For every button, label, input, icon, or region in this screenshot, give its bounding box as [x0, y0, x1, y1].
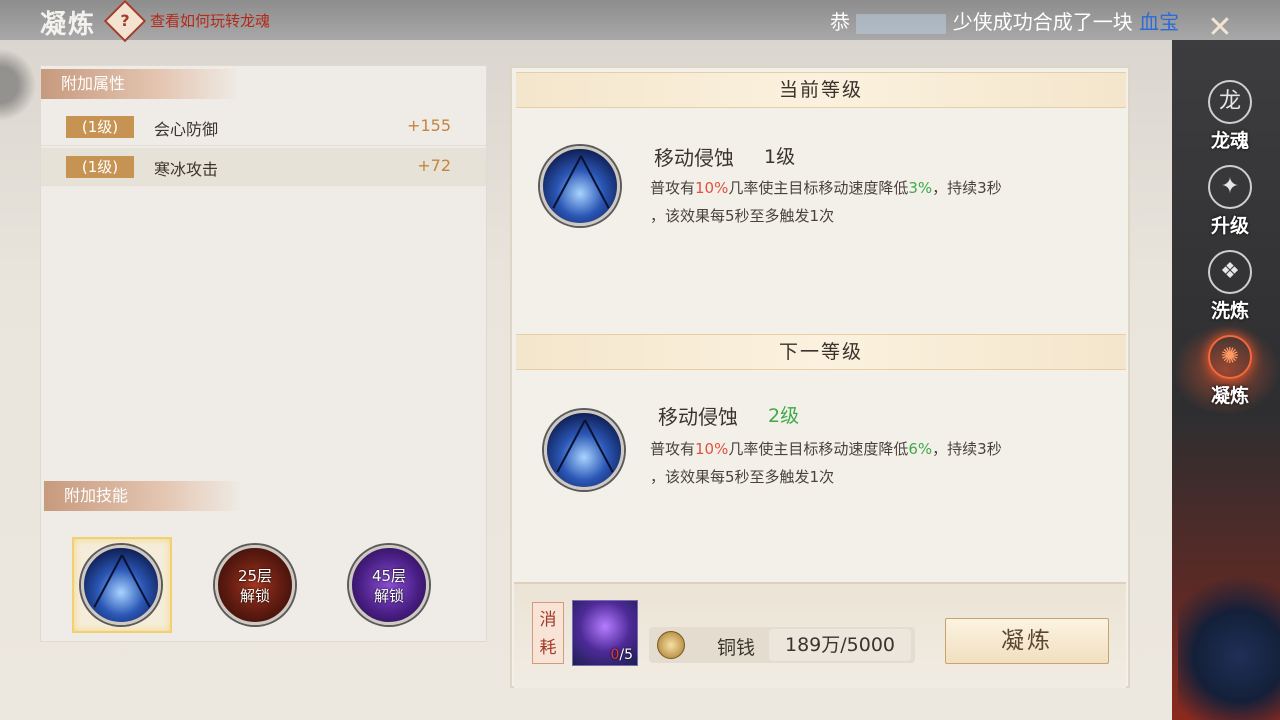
attr-name: 寒冰攻击: [154, 160, 219, 179]
coin-icon: [657, 631, 685, 659]
nav-item-dragon-soul[interactable]: 龙 龙魂: [1198, 80, 1262, 153]
ice-skill-icon: [544, 410, 624, 490]
reduce-value: 6%: [908, 440, 933, 458]
nav-item-upgrade[interactable]: ✦ 升级: [1198, 165, 1262, 238]
skill-section-title: 附加技能: [44, 481, 244, 511]
locked-skill-icon: 45层 解锁: [349, 545, 429, 625]
attr-row: (1级) 会心防御 +155: [41, 108, 486, 146]
chance-value: 10%: [695, 179, 729, 197]
attr-value: +72: [417, 156, 451, 175]
scroll-icon: ❖: [1208, 250, 1252, 294]
current-level-header: 当前等级: [516, 72, 1126, 108]
attr-value: +155: [407, 116, 451, 135]
coin-cost: 铜钱 189万/5000: [649, 627, 915, 663]
current-skill-icon-wrap: [540, 146, 620, 226]
dragon-decoration: [1178, 560, 1280, 720]
next-level-header: 下一等级: [516, 334, 1126, 370]
help-icon[interactable]: ?: [103, 0, 147, 43]
page-title: 凝炼: [40, 10, 97, 40]
nav-item-refine[interactable]: ✺ 凝炼: [1198, 335, 1262, 408]
consume-tag: 消耗: [532, 602, 564, 664]
marquee-text: 少侠成功合成了一块: [952, 10, 1133, 34]
ice-skill-icon: [540, 146, 620, 226]
dragon-icon: 龙: [1208, 80, 1252, 124]
attr-level-badge: (1级): [66, 116, 134, 138]
skill-slot-2-locked[interactable]: 25层 解锁: [215, 545, 295, 625]
unlock-floor: 25层: [237, 567, 273, 585]
marquee-prefix: 恭: [830, 10, 850, 34]
cloud-decoration: [0, 40, 40, 130]
current-skill-desc: 普攻有10%几率使主目标移动速度降低3%，持续3秒 ，该效果每5秒至多触发1次: [650, 179, 1002, 225]
next-skill-desc: 普攻有10%几率使主目标移动速度降低6%，持续3秒 ，该效果每5秒至多触发1次: [650, 440, 1002, 486]
flame-icon: ✦: [1208, 165, 1252, 209]
skill-slot-3-locked[interactable]: 45层 解锁: [349, 545, 429, 625]
attr-section-title: 附加属性: [41, 69, 241, 99]
locked-skill-icon: 25层 解锁: [215, 545, 295, 625]
refine-icon: ✺: [1208, 335, 1252, 379]
next-skill-name: 移动侵蚀: [658, 405, 738, 429]
marquee-item: 血宝: [1139, 10, 1180, 34]
unlock-floor: 45层: [371, 567, 407, 585]
material-icon[interactable]: 0/5: [572, 600, 638, 666]
unlock-label: 解锁: [239, 587, 270, 605]
coin-value: 189万/5000: [769, 629, 911, 661]
attr-level-badge: (1级): [66, 156, 134, 178]
current-skill-name: 移动侵蚀: [654, 146, 734, 170]
material-count: 0/5: [610, 647, 633, 663]
next-skill-icon-wrap: [544, 410, 624, 490]
right-panel: 当前等级 移动侵蚀 1级 普攻有10%几率使主目标移动速度降低3%，持续3秒 ，…: [510, 66, 1130, 688]
skill-slot-1[interactable]: [81, 545, 161, 625]
cost-bar: 消耗 0/5 铜钱 189万/5000 凝炼: [514, 582, 1126, 688]
coin-label: 铜钱: [717, 637, 756, 659]
top-bar: 凝炼 ? 查看如何玩转龙魂 恭 少侠成功合成了一块 血宝: [0, 0, 1280, 43]
unlock-label: 解锁: [373, 587, 404, 605]
nav-item-reforge[interactable]: ❖ 洗炼: [1198, 250, 1262, 323]
broadcast-marquee: 恭 少侠成功合成了一块 血宝: [830, 6, 1179, 35]
reduce-value: 3%: [908, 179, 933, 197]
next-skill-level: 2级: [768, 405, 800, 427]
current-skill-level: 1级: [764, 146, 796, 168]
ice-skill-icon: [81, 545, 161, 625]
attr-row: (1级) 寒冰攻击 +72: [41, 148, 486, 186]
chance-value: 10%: [695, 440, 729, 458]
attr-name: 会心防御: [154, 120, 219, 139]
help-link[interactable]: 查看如何玩转龙魂: [150, 10, 270, 31]
refine-button[interactable]: 凝炼: [945, 618, 1109, 664]
